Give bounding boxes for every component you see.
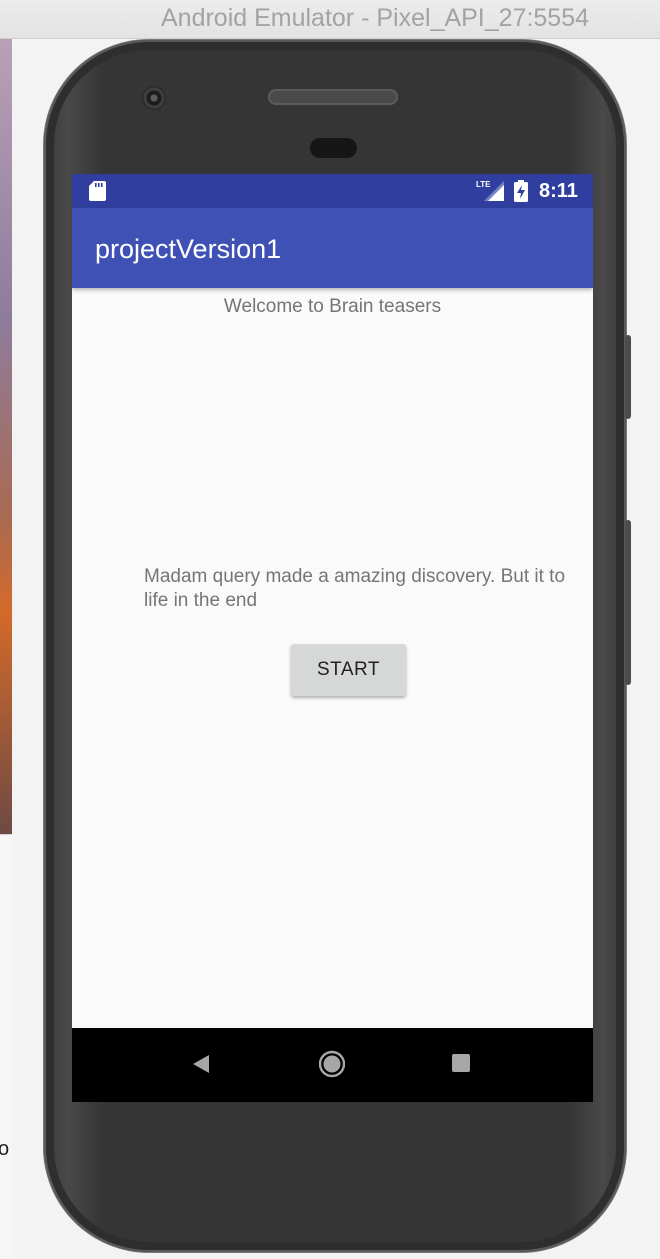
device-screen: LTE 8:11 projectVersion1 Welcome to Brai… (72, 174, 593, 1102)
navigation-bar (72, 1028, 593, 1102)
story-line-2: life in the end (144, 590, 258, 611)
proximity-sensor (310, 138, 357, 158)
status-bar: LTE 8:11 (72, 174, 593, 208)
home-icon[interactable] (318, 1050, 346, 1078)
desktop-wallpaper (0, 39, 12, 834)
app-title: projectVersion1 (95, 234, 282, 264)
story-text: Madam query made a amazing discovery. Bu… (144, 565, 593, 613)
start-button[interactable]: START (291, 644, 406, 696)
status-clock: 8:11 (539, 180, 578, 202)
background-window-edge (0, 834, 12, 1259)
power-button[interactable] (625, 335, 631, 419)
lte-signal-icon: LTE (476, 180, 504, 201)
earpiece-speaker (268, 89, 398, 105)
sd-card-icon (89, 181, 106, 201)
back-icon[interactable] (192, 1054, 210, 1074)
main-content: Welcome to Brain teasers Madam query mad… (72, 288, 593, 1028)
app-toolbar: projectVersion1 (72, 208, 593, 288)
window-title: Android Emulator - Pixel_API_27:5554 (160, 4, 590, 32)
story-line-1: Madam query made a amazing discovery. Bu… (144, 566, 566, 587)
front-camera (142, 86, 166, 110)
welcome-text: Welcome to Brain teasers (223, 296, 442, 317)
background-window-text: o (0, 1138, 10, 1160)
recents-icon[interactable] (452, 1054, 470, 1072)
emulator-title-bar[interactable]: Android Emulator - Pixel_API_27:5554 (0, 0, 660, 39)
battery-charging-icon (514, 180, 528, 202)
volume-button[interactable] (625, 520, 631, 685)
lte-label: LTE (476, 180, 491, 189)
